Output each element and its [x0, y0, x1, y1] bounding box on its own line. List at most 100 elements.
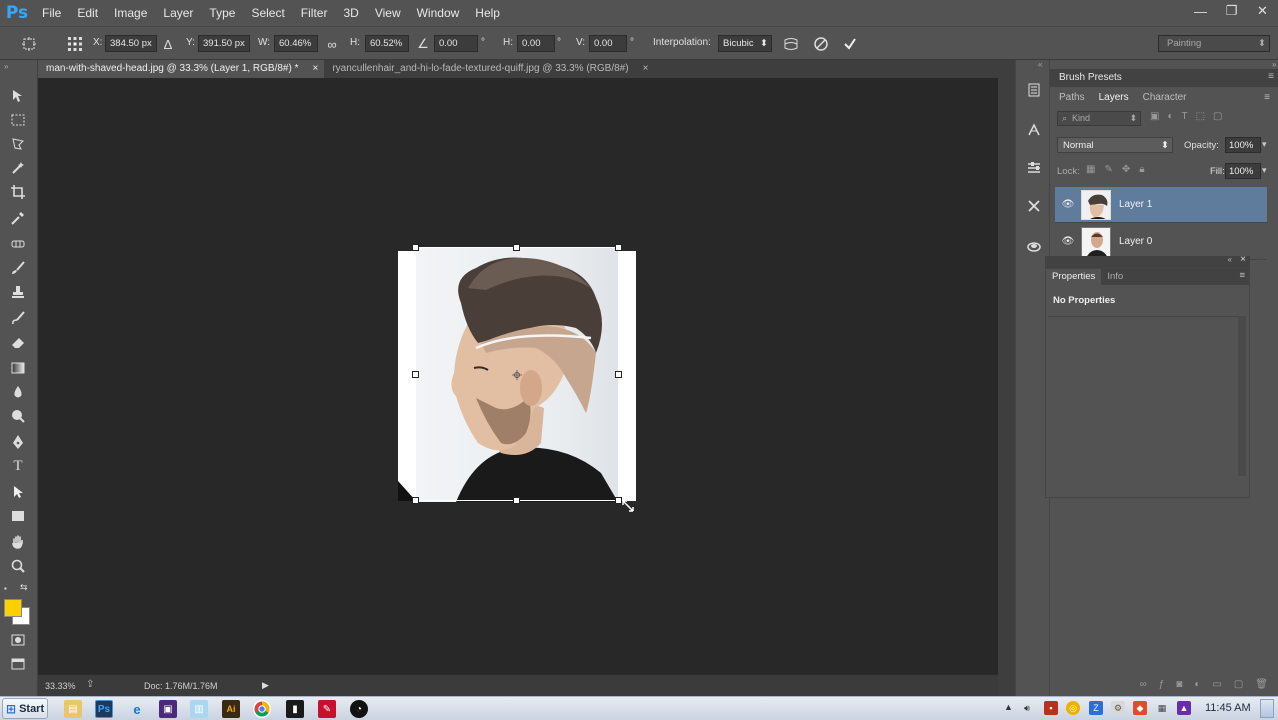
minimize-button[interactable]: —: [1185, 0, 1216, 22]
zoom-tool-icon[interactable]: [8, 556, 28, 576]
file-explorer-icon[interactable]: ▤: [64, 700, 82, 718]
tray-app-icon-1[interactable]: ▪: [1044, 701, 1058, 715]
transform-handle-bl[interactable]: [412, 497, 419, 504]
tool-presets-icon[interactable]: [1024, 196, 1044, 216]
delete-layer-icon[interactable]: 🗑︎: [1255, 679, 1268, 690]
photoshop-taskbar-icon[interactable]: Ps: [95, 700, 113, 718]
actions-panel-icon[interactable]: [1024, 120, 1044, 140]
visibility-eye-icon[interactable]: 👁︎: [1055, 236, 1081, 247]
eyedropper-tool-icon[interactable]: [8, 208, 28, 228]
menu-view[interactable]: View: [367, 0, 409, 26]
app-icon-purple[interactable]: ▣: [159, 700, 177, 718]
tray-app-icon-6[interactable]: ▲: [1177, 701, 1191, 715]
tray-app-icon-5[interactable]: ◆: [1133, 701, 1147, 715]
add-mask-icon[interactable]: ◙: [1176, 679, 1182, 690]
menu-3d[interactable]: 3D: [335, 0, 366, 26]
tray-app-icon-4[interactable]: ⚙: [1111, 701, 1125, 715]
app-icon-folder[interactable]: ▥: [190, 700, 208, 718]
tray-expand-icon[interactable]: ▲: [1004, 702, 1013, 712]
start-button[interactable]: ⊞ Start: [2, 698, 48, 719]
history-brush-tool-icon[interactable]: [8, 308, 28, 328]
new-group-icon[interactable]: ▭: [1212, 679, 1221, 690]
link-icon[interactable]: ∞: [323, 35, 341, 53]
illustrator-icon[interactable]: Ai: [222, 700, 240, 718]
interpolation-select[interactable]: Bicubic ⬍: [718, 35, 772, 52]
delta-icon[interactable]: Δ: [159, 35, 177, 53]
crop-tool-icon[interactable]: [8, 182, 28, 202]
lasso-tool-icon[interactable]: [8, 134, 28, 154]
menu-layer[interactable]: Layer: [155, 0, 201, 26]
transform-handle-ml[interactable]: [412, 371, 419, 378]
menu-type[interactable]: Type: [201, 0, 243, 26]
collapse-icon[interactable]: »: [4, 62, 8, 71]
history-panel-icon[interactable]: [1024, 80, 1044, 100]
path-selection-tool-icon[interactable]: [8, 482, 28, 502]
warp-mode-icon[interactable]: [782, 35, 800, 53]
canvas-area[interactable]: [38, 78, 998, 674]
tab-info[interactable]: Info: [1101, 269, 1129, 285]
link-layers-icon[interactable]: ∞: [1140, 679, 1147, 690]
blur-tool-icon[interactable]: [8, 382, 28, 402]
close-icon[interactable]: ×: [313, 60, 319, 78]
transform-handle-tl[interactable]: [412, 244, 419, 251]
commit-transform-icon[interactable]: [841, 35, 859, 53]
chrome-icon[interactable]: [253, 700, 271, 718]
brush-tool-icon[interactable]: [8, 258, 28, 278]
transform-handle-tr[interactable]: [615, 244, 622, 251]
layers-panel-menu-icon[interactable]: ≡: [1264, 92, 1270, 103]
zoom-level[interactable]: 33.33%: [45, 681, 76, 691]
x-field[interactable]: 384.50 px: [105, 35, 157, 52]
collapse-icon[interactable]: «: [1228, 255, 1232, 264]
tray-app-icon-2[interactable]: ◎: [1066, 701, 1080, 715]
transform-tool-icon[interactable]: [20, 35, 38, 53]
width-field[interactable]: 60.46%: [274, 35, 318, 52]
volume-icon[interactable]: 🔊︎: [1020, 701, 1034, 715]
hand-tool-icon[interactable]: [8, 532, 28, 552]
menu-filter[interactable]: Filter: [293, 0, 336, 26]
collapse-panels-icon[interactable]: »: [1272, 60, 1276, 69]
properties-panel-titlebar[interactable]: « ×: [1045, 254, 1250, 268]
screen-mode-icon[interactable]: [8, 654, 28, 674]
adjustment-layer-icon[interactable]: ◐: [1194, 679, 1200, 690]
transform-handle-tm[interactable]: [513, 244, 520, 251]
healing-brush-tool-icon[interactable]: [8, 234, 28, 254]
y-field[interactable]: 391.50 px: [198, 35, 250, 52]
workspace-select[interactable]: Painting ⬍: [1158, 35, 1270, 52]
app-icon-red[interactable]: ✎: [318, 700, 336, 718]
reference-point-icon[interactable]: [66, 35, 84, 53]
menu-image[interactable]: Image: [106, 0, 155, 26]
fill-field[interactable]: 100%: [1225, 163, 1261, 179]
transform-handle-bm[interactable]: [513, 497, 520, 504]
menu-file[interactable]: File: [34, 0, 69, 26]
pen-tool-icon[interactable]: [8, 432, 28, 452]
menu-help[interactable]: Help: [467, 0, 508, 26]
clock[interactable]: 11:45 AM: [1205, 702, 1251, 714]
fill-slider-arrow-icon[interactable]: ▾: [1262, 165, 1267, 176]
restore-button[interactable]: ❐: [1216, 0, 1247, 22]
properties-scrollbar[interactable]: [1238, 316, 1246, 476]
tab-character[interactable]: Character: [1136, 88, 1194, 108]
hskew-field[interactable]: 0.00: [517, 35, 555, 52]
tab-layers[interactable]: Layers: [1091, 88, 1136, 108]
close-button[interactable]: ✕: [1247, 0, 1278, 22]
brush-presets-header[interactable]: Brush Presets ≡: [1050, 69, 1278, 87]
dodge-tool-icon[interactable]: [8, 406, 28, 426]
tray-app-icon-3[interactable]: Z: [1089, 701, 1103, 715]
close-icon[interactable]: ×: [1240, 254, 1246, 265]
blend-mode-select[interactable]: Normal ⬍: [1057, 137, 1173, 153]
layer-filter-kind[interactable]: ⌕ Kind ⬍: [1057, 111, 1141, 126]
default-colors-icon[interactable]: ▪: [4, 584, 7, 593]
type-tool-icon[interactable]: T: [8, 456, 28, 476]
tab-properties[interactable]: Properties: [1046, 269, 1102, 285]
menu-edit[interactable]: Edit: [69, 0, 106, 26]
gradient-tool-icon[interactable]: [8, 358, 28, 378]
visibility-eye-icon[interactable]: 👁︎: [1055, 199, 1081, 210]
layer-name[interactable]: Layer 1: [1119, 199, 1152, 210]
libraries-panel-icon[interactable]: [1024, 236, 1044, 256]
opacity-field[interactable]: 100%: [1225, 137, 1261, 153]
foreground-color-swatch[interactable]: [4, 599, 22, 617]
rectangle-tool-icon[interactable]: [8, 506, 28, 526]
angle-field[interactable]: 0.00: [434, 35, 478, 52]
reference-point-crosshair[interactable]: [512, 370, 522, 380]
move-tool-icon[interactable]: [8, 86, 28, 106]
